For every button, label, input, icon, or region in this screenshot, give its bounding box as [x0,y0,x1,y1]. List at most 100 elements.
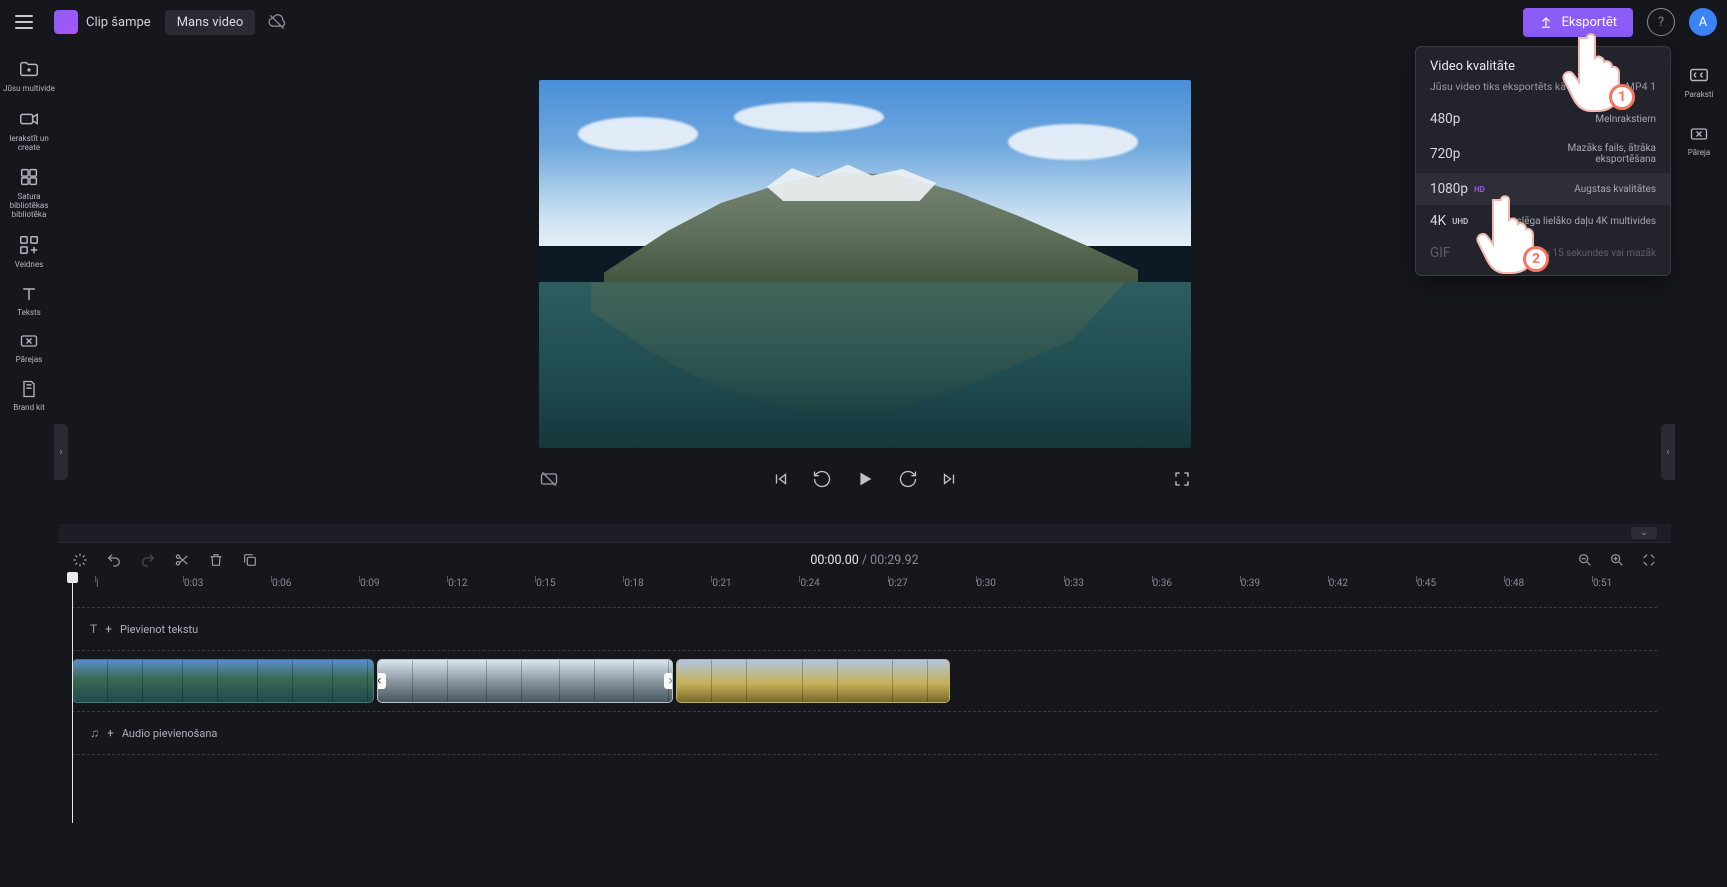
rewind-button[interactable] [812,469,832,489]
plus-icon: + [107,726,114,740]
collapse-timeline-button[interactable]: ⌄ [1631,527,1657,539]
sidebar-item-label: Teksts [17,309,41,318]
expand-right-panel[interactable]: ‹ [1661,424,1675,480]
templates-icon [18,234,40,256]
menu-button[interactable] [10,8,38,36]
ruler-tick: | [96,578,98,589]
sidebar-item-label: Veidnes [15,261,43,270]
export-option-gif[interactable]: GIF failu 15 sekundes vai mazāk [1416,237,1670,269]
ruler-tick: 0:09 [360,578,379,589]
sync-off-icon[interactable] [267,12,287,32]
disable-preview-icon[interactable] [539,469,559,489]
zoom-out-button[interactable] [1577,552,1593,568]
folder-plus-icon [18,58,40,80]
ruler-tick: 0:18 [624,578,643,589]
export-option-720p[interactable]: 720p Mazāks fails, ātrāka eksportēšana [1416,135,1670,173]
transition-icon [1689,124,1709,144]
duplicate-button[interactable] [242,552,258,568]
sidebar-item-label: Paraksti [1684,91,1713,100]
video-preview[interactable] [539,80,1191,448]
music-note-icon: ♫ [90,726,99,740]
sidebar-item-templates[interactable]: Veidnes [3,234,55,270]
cc-icon [1688,64,1710,86]
sidebar-item-label: Jūsu multivide [3,85,55,94]
video-track[interactable]: ⨯ ⨯ [72,657,1657,705]
ruler-tick: 0:03 [184,578,203,589]
export-panel-subtitle: Jūsu video tiks eksportēts kā [1430,80,1566,93]
export-button[interactable]: Eksportēt [1523,8,1633,37]
text-track[interactable]: T + Pievienot tekstu [72,607,1657,651]
export-quality-panel: Video kvalitāte Jūsu video tiks eksportē… [1415,46,1671,276]
ruler-tick: 0:15 [536,578,555,589]
export-option-1080p[interactable]: 1080pHD Augstas kvalitātes [1416,173,1670,205]
forward-button[interactable] [898,469,918,489]
video-clip-2[interactable]: ⨯ ⨯ [377,659,673,703]
transition-icon [19,331,39,351]
project-title[interactable]: Mans video [165,10,256,35]
ruler-tick: 0:51 [1593,578,1612,589]
audio-track[interactable]: ♫ + Audio pievienošana [72,711,1657,755]
camera-icon [18,108,40,130]
sidebar-item-text[interactable]: Teksts [3,284,55,318]
transition-badge-icon[interactable]: ⨯ [377,673,386,689]
split-button[interactable] [174,552,190,568]
text-icon: T [90,622,97,636]
ruler-tick: 0:33 [1065,578,1084,589]
ruler-tick: 0:48 [1505,578,1524,589]
sidebar-item-label: Pārejas [16,356,43,365]
ruler-tick: 0:36 [1153,578,1172,589]
zoom-in-button[interactable] [1609,552,1625,568]
export-panel-title: Video kvalitāte [1430,59,1656,74]
app-logo [54,10,78,34]
playhead[interactable] [72,572,73,823]
fullscreen-button[interactable] [1173,470,1191,488]
sidebar-item-captions[interactable]: Paraksti [1673,64,1725,100]
magic-tool[interactable] [72,552,88,568]
library-icon [18,166,40,188]
transition-badge-icon[interactable]: ⨯ [664,673,673,689]
text-icon [19,284,39,304]
sidebar-item-brandkit[interactable]: Brand kit [3,379,55,413]
ruler-tick: 0:42 [1329,578,1348,589]
timeline-ruler[interactable]: | 0:03 0:06 0:09 0:12 0:15 0:18 0:21 0:24 0:27 0:3… [72,577,1657,603]
skip-back-button[interactable] [772,470,790,488]
delete-button[interactable] [208,552,224,568]
skip-forward-button[interactable] [940,470,958,488]
ruler-tick: 0:24 [800,578,819,589]
ruler-tick: 0:27 [889,578,908,589]
export-option-4k[interactable]: 4KUHD atslēga lielāko daļu 4K multivides [1416,205,1670,237]
ruler-tick: 0:06 [272,578,291,589]
text-track-label: Pievienot tekstu [120,623,198,636]
ruler-tick: 0:12 [448,578,467,589]
redo-button[interactable] [140,552,156,568]
sidebar-item-label: Pāreja [1688,149,1711,158]
sidebar-item-media[interactable]: Jūsu multivide [3,58,55,94]
export-panel-format: MP4 1 [1626,80,1656,93]
fit-button[interactable] [1641,552,1657,568]
video-clip-3[interactable] [676,659,950,703]
ruler-tick: 0:21 [712,578,731,589]
sidebar-item-label: Satura bibliotēkas bibliotēka [3,193,55,219]
undo-button[interactable] [106,552,122,568]
ruler-tick: 0:45 [1417,578,1436,589]
export-button-label: Eksportēt [1561,15,1617,30]
help-button[interactable]: ? [1647,8,1675,36]
sidebar-item-library[interactable]: Satura bibliotēkas bibliotēka [3,166,55,219]
export-option-480p[interactable]: 480p Melnrakstiem [1416,103,1670,135]
user-avatar[interactable]: A [1689,8,1717,36]
plus-icon: + [105,622,112,636]
brandkit-icon [19,379,39,399]
app-name: Clip šampe [86,15,151,30]
sidebar-item-label: Ierakstīt un create [3,135,55,153]
audio-track-label: Audio pievienošana [122,727,218,740]
sidebar-item-transitions[interactable]: Pārejas [3,331,55,365]
sidebar-item-label: Brand kit [13,404,44,413]
play-button[interactable] [854,468,876,490]
upload-icon [1539,15,1553,29]
playhead-time: 00:00.00 / 00:29.92 [810,553,918,568]
sidebar-item-record[interactable]: Ierakstīt un create [3,108,55,153]
ruler-tick: 0:30 [977,578,996,589]
sidebar-item-transition[interactable]: Pāreja [1673,124,1725,158]
video-clip-1[interactable] [72,659,374,703]
ruler-tick: 0:39 [1241,578,1260,589]
